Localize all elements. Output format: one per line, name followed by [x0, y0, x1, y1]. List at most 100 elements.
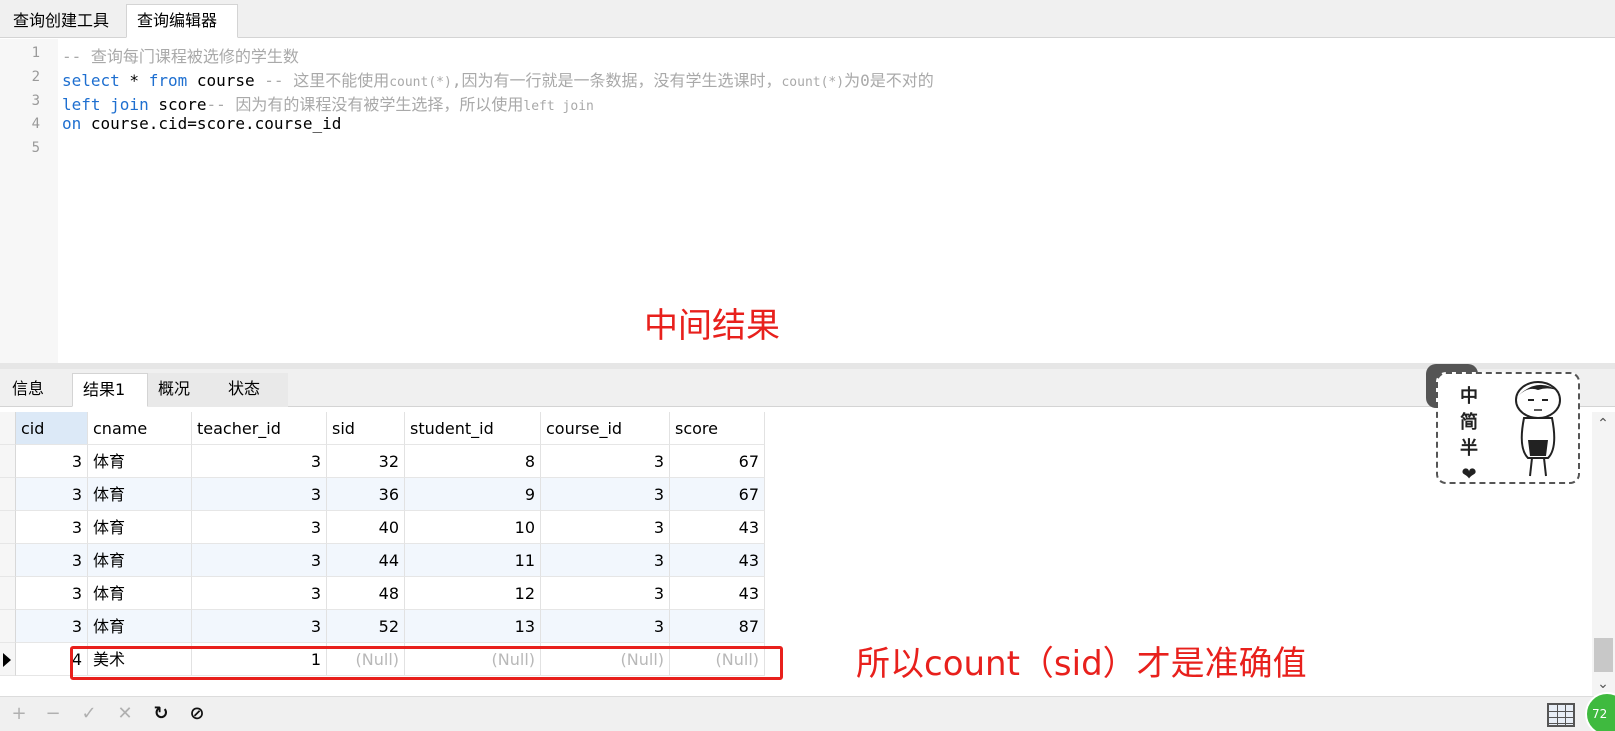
cell-student-id[interactable]: 10 — [405, 511, 541, 544]
column-header-course-id[interactable]: course_id — [541, 412, 670, 445]
cell-course-id[interactable]: 3 — [541, 544, 670, 577]
row-indicator[interactable] — [0, 445, 16, 478]
column-header-cname[interactable]: cname — [88, 412, 192, 445]
code-line-3[interactable]: left join score-- 因为有的课程没有被学生选择，所以使用left… — [62, 91, 594, 115]
cell-score[interactable]: 87 — [670, 610, 765, 643]
cell-cname[interactable]: 体育 — [88, 445, 192, 478]
table-row[interactable]: 3 体育 3 40 10 3 43 — [0, 511, 765, 544]
code-token: * — [119, 71, 149, 90]
cell-teacher-id[interactable]: 3 — [192, 544, 327, 577]
cell-sid[interactable]: 52 — [327, 610, 405, 643]
table-row[interactable]: 3 体育 3 32 8 3 67 — [0, 445, 765, 478]
scroll-thumb[interactable] — [1594, 638, 1613, 672]
scroll-down-icon[interactable]: ⌄ — [1597, 677, 1609, 691]
code-token: left join — [523, 99, 594, 114]
cell-course-id[interactable]: 3 — [541, 445, 670, 478]
vertical-scrollbar[interactable]: ⌃ ⌄ — [1592, 412, 1615, 696]
cell-score[interactable]: 43 — [670, 511, 765, 544]
cell-sid[interactable]: 32 — [327, 445, 405, 478]
row-indicator[interactable] — [0, 478, 16, 511]
result-tab-bar: 信息 结果1 概况 状态 — [0, 369, 1615, 407]
cell-student-id[interactable]: 8 — [405, 445, 541, 478]
cell-teacher-id[interactable]: 3 — [192, 577, 327, 610]
cell-cid[interactable]: 3 — [16, 511, 88, 544]
cell-cname[interactable]: 体育 — [88, 511, 192, 544]
line-number: 2 — [31, 69, 40, 85]
grid-view-icon[interactable] — [1547, 703, 1575, 727]
column-header-teacher-id[interactable]: teacher_id — [192, 412, 327, 445]
tab-result1[interactable]: 结果1 — [72, 373, 148, 407]
sticker-card: 中 简 半 ❤ — [1436, 372, 1580, 485]
grid-toolbar: + − ✓ ✕ ↻ ⊘ — [0, 696, 1615, 731]
table-row[interactable]: 3 体育 3 36 9 3 67 — [0, 478, 765, 511]
tab-status[interactable]: 状态 — [218, 373, 288, 407]
cell-student-id[interactable]: 13 — [405, 610, 541, 643]
row-indicator[interactable] — [0, 643, 16, 676]
line-number: 1 — [31, 45, 40, 61]
cell-cid[interactable]: 3 — [16, 478, 88, 511]
code-line-1[interactable]: -- 查询每门课程被选修的学生数 — [62, 43, 299, 67]
query-tab-bar: 查询创建工具 查询编辑器 — [0, 0, 1615, 38]
code-line-2[interactable]: select * from course -- 这里不能使用count(*),因… — [62, 67, 934, 91]
cell-teacher-id[interactable]: 3 — [192, 610, 327, 643]
cell-score[interactable]: 43 — [670, 577, 765, 610]
column-header-cid[interactable]: cid — [16, 412, 88, 445]
table-row[interactable]: 3 体育 3 44 11 3 43 — [0, 544, 765, 577]
cell-cname[interactable]: 体育 — [88, 610, 192, 643]
cell-cid[interactable]: 3 — [16, 544, 88, 577]
cell-score[interactable]: 67 — [670, 478, 765, 511]
sql-editor[interactable]: 1 2 3 4 5 -- 查询每门课程被选修的学生数 select * from… — [0, 39, 1615, 363]
refresh-button[interactable]: ↻ — [150, 703, 172, 725]
cell-student-id[interactable]: 12 — [405, 577, 541, 610]
line-number-gutter: 1 2 3 4 5 — [0, 39, 58, 363]
table-row[interactable]: 3 体育 3 52 13 3 87 — [0, 610, 765, 643]
stop-button[interactable]: ⊘ — [186, 703, 208, 725]
add-record-button[interactable]: + — [8, 703, 30, 725]
cell-teacher-id[interactable]: 3 — [192, 478, 327, 511]
code-token: count(*) — [389, 75, 452, 90]
cell-cid[interactable]: 3 — [16, 610, 88, 643]
cell-sid[interactable]: 44 — [327, 544, 405, 577]
code-line-4[interactable]: on course.cid=score.course_id — [62, 114, 341, 133]
column-header-sid[interactable]: sid — [327, 412, 405, 445]
cell-course-id[interactable]: 3 — [541, 511, 670, 544]
cell-student-id[interactable]: 11 — [405, 544, 541, 577]
cell-course-id[interactable]: 3 — [541, 478, 670, 511]
row-indicator[interactable] — [0, 544, 16, 577]
cell-score[interactable]: 43 — [670, 544, 765, 577]
scroll-up-icon[interactable]: ⌃ — [1597, 417, 1609, 431]
cell-sid[interactable]: 48 — [327, 577, 405, 610]
discard-changes-button[interactable]: ✕ — [114, 703, 136, 725]
column-header-score[interactable]: score — [670, 412, 765, 445]
cell-teacher-id[interactable]: 3 — [192, 511, 327, 544]
cell-course-id[interactable]: 3 — [541, 577, 670, 610]
cell-cid[interactable]: 3 — [16, 577, 88, 610]
cell-cname[interactable]: 体育 — [88, 478, 192, 511]
cell-sid[interactable]: 36 — [327, 478, 405, 511]
delete-record-button[interactable]: − — [42, 703, 64, 725]
cell-cid[interactable]: 3 — [16, 445, 88, 478]
cell-score[interactable]: 67 — [670, 445, 765, 478]
heart-icon: ❤ — [1461, 464, 1477, 485]
row-indicator[interactable] — [0, 511, 16, 544]
cell-course-id[interactable]: 3 — [541, 610, 670, 643]
current-row-arrow-icon — [3, 653, 11, 667]
tab-info[interactable]: 信息 — [2, 373, 72, 407]
tab-query-editor[interactable]: 查询编辑器 — [126, 4, 238, 38]
table-row[interactable]: 3 体育 3 48 12 3 43 — [0, 577, 765, 610]
tab-profile[interactable]: 概况 — [148, 373, 218, 407]
code-token: -- 查询每门课程被选修的学生数 — [62, 47, 299, 66]
line-number: 3 — [31, 93, 40, 109]
code-token: select — [62, 71, 120, 90]
column-header-student-id[interactable]: student_id — [405, 412, 541, 445]
cell-sid[interactable]: 40 — [327, 511, 405, 544]
row-indicator[interactable] — [0, 610, 16, 643]
highlight-null-row-box — [70, 646, 783, 680]
cell-cname[interactable]: 体育 — [88, 544, 192, 577]
apply-changes-button[interactable]: ✓ — [78, 703, 100, 725]
cell-teacher-id[interactable]: 3 — [192, 445, 327, 478]
cell-student-id[interactable]: 9 — [405, 478, 541, 511]
cell-cname[interactable]: 体育 — [88, 577, 192, 610]
tab-query-builder[interactable]: 查询创建工具 — [2, 4, 124, 38]
row-indicator[interactable] — [0, 577, 16, 610]
